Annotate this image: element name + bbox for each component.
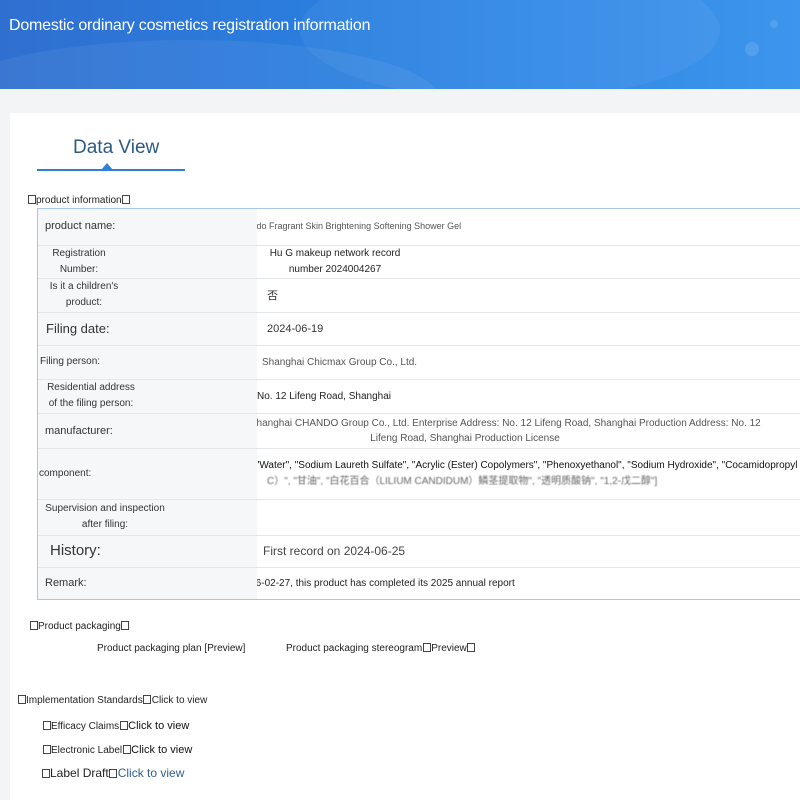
row-label: Filing date: bbox=[37, 312, 257, 346]
bracket-glyph-icon bbox=[122, 195, 131, 204]
efficacy-claims-row: Efficacy Claims Click to view bbox=[42, 720, 189, 732]
product-info-table: product name: Chando Fragrant Skin Brigh… bbox=[37, 208, 800, 600]
table-row: component: ["Water", "Sodium Laureth Sul… bbox=[37, 448, 800, 500]
bracket-glyph-icon bbox=[42, 721, 51, 730]
banner-dot bbox=[770, 20, 778, 28]
table-row: Supervision and inspection after filing: bbox=[37, 499, 800, 536]
product-name-value: Chando Fragrant Skin Brightening Softeni… bbox=[257, 220, 462, 231]
efficacy-claims-label: Efficacy Claims bbox=[51, 721, 120, 732]
bracket-glyph-icon bbox=[42, 745, 51, 754]
electronic-label-row: Electronic Label Click to view bbox=[42, 744, 192, 756]
efficacy-claims-view-link[interactable]: Click to view bbox=[128, 720, 189, 732]
row-value-cell: 2026-02-27, this product has completed i… bbox=[257, 567, 800, 600]
section-label: product information bbox=[36, 195, 122, 206]
table-row: Filing date: 2024-06-19 bbox=[37, 312, 800, 346]
row-label-cell: Registration Number: bbox=[37, 245, 257, 279]
section-label: Product packaging bbox=[38, 621, 121, 632]
section-label: Implementation Standards bbox=[26, 695, 143, 706]
row-label: Residential address of the filing person… bbox=[47, 382, 135, 409]
row-label: manufacturer: bbox=[37, 413, 257, 449]
stereogram-label: Product packaging stereogram bbox=[286, 643, 423, 654]
header-banner: Domestic ordinary cosmetics registration… bbox=[0, 0, 800, 89]
bracket-glyph-icon bbox=[121, 621, 130, 630]
row-label: History: bbox=[37, 535, 257, 568]
table-row: Remark: 2026-02-27, this product has com… bbox=[37, 567, 800, 600]
banner-dot bbox=[745, 42, 759, 56]
component-value-blurred: C）", "甘油", "白花百合（LILIUM CANDIDUM）鳞茎提取物",… bbox=[267, 475, 658, 487]
bracket-glyph-icon bbox=[467, 643, 476, 652]
section-product-packaging: Product packaging bbox=[29, 621, 130, 632]
bracket-glyph-icon bbox=[422, 643, 431, 652]
row-label: Registration Number: bbox=[52, 247, 106, 275]
table-row: manufacturer: Enterprise Name: Shanghai … bbox=[37, 413, 800, 449]
label-draft-row: Label Draft Click to view bbox=[41, 766, 184, 780]
bracket-glyph-icon bbox=[143, 695, 152, 704]
bracket-glyph-icon bbox=[29, 621, 38, 630]
filing-date-value: 2024-06-19 bbox=[257, 312, 800, 346]
history-value: First record on 2024-06-25 bbox=[257, 535, 800, 568]
filing-person-value: Shanghai Chicmax Group Co., Ltd. bbox=[257, 345, 800, 380]
standards-click-to-view[interactable]: Click to view bbox=[152, 695, 208, 706]
tab-caret-icon bbox=[101, 163, 113, 170]
supervision-value bbox=[257, 499, 800, 536]
filing-address-value: No. 12 Lifeng Road, Shanghai bbox=[257, 379, 800, 414]
row-label: Is it a children's product: bbox=[49, 281, 119, 308]
bracket-glyph-icon bbox=[109, 769, 118, 778]
bracket-glyph-icon bbox=[122, 745, 131, 754]
row-label: Filing person: bbox=[37, 345, 257, 380]
row-label: product name: bbox=[37, 208, 257, 246]
table-row: Is it a children's product: 否 bbox=[37, 278, 800, 313]
bracket-glyph-icon bbox=[27, 195, 36, 204]
row-label-cell: Residential address of the filing person… bbox=[37, 379, 257, 414]
row-value-cell: ["Water", "Sodium Laureth Sulfate", "Acr… bbox=[257, 448, 800, 500]
component-value: ["Water", "Sodium Laureth Sulfate", "Acr… bbox=[257, 459, 800, 471]
packaging-plan-preview-link[interactable]: Product packaging plan [Preview] bbox=[97, 643, 245, 654]
row-label: component: bbox=[37, 448, 257, 500]
bracket-glyph-icon bbox=[41, 769, 50, 778]
remark-value: 2026-02-27, this product has completed i… bbox=[257, 577, 515, 589]
tab-data-view[interactable]: Data View bbox=[73, 137, 159, 159]
row-value-cell: Enterprise Name: Shanghai CHANDO Group C… bbox=[257, 413, 800, 449]
section-implementation-standards[interactable]: Implementation Standards Click to view bbox=[17, 695, 207, 706]
table-row: Residential address of the filing person… bbox=[37, 379, 800, 414]
electronic-label-view-link[interactable]: Click to view bbox=[131, 744, 192, 756]
bracket-glyph-icon bbox=[17, 695, 26, 704]
manufacturer-value: Enterprise Name: Shanghai CHANDO Group C… bbox=[257, 417, 761, 444]
packaging-stereogram-link[interactable]: Product packaging stereogram Preview bbox=[286, 643, 476, 654]
label-draft-label: Label Draft bbox=[50, 766, 109, 780]
row-value-cell: Chando Fragrant Skin Brightening Softeni… bbox=[257, 208, 800, 246]
registration-number-value: Hu G makeup network record number 202400… bbox=[269, 247, 401, 275]
row-value-cell: Hu G makeup network record number 202400… bbox=[257, 245, 800, 279]
row-label-cell: Supervision and inspection after filing: bbox=[37, 499, 257, 536]
banner-wave bbox=[300, 0, 720, 89]
table-row: Filing person: Shanghai Chicmax Group Co… bbox=[37, 345, 800, 380]
stereogram-preview-label: Preview bbox=[431, 643, 467, 654]
page-title: Domestic ordinary cosmetics registration… bbox=[9, 17, 371, 34]
label-draft-view-link[interactable]: Click to view bbox=[118, 766, 185, 780]
children-product-value: 否 bbox=[257, 278, 800, 313]
row-label: Remark: bbox=[37, 567, 257, 600]
section-product-information: product information bbox=[27, 195, 131, 206]
row-label: Supervision and inspection after filing: bbox=[45, 503, 165, 530]
row-label-cell: Is it a children's product: bbox=[37, 278, 257, 313]
table-row: Registration Number: Hu G makeup network… bbox=[37, 245, 800, 279]
bracket-glyph-icon bbox=[119, 721, 128, 730]
table-row: History: First record on 2024-06-25 bbox=[37, 535, 800, 568]
table-row: product name: Chando Fragrant Skin Brigh… bbox=[37, 208, 800, 246]
electronic-label-label: Electronic Label bbox=[51, 745, 123, 756]
